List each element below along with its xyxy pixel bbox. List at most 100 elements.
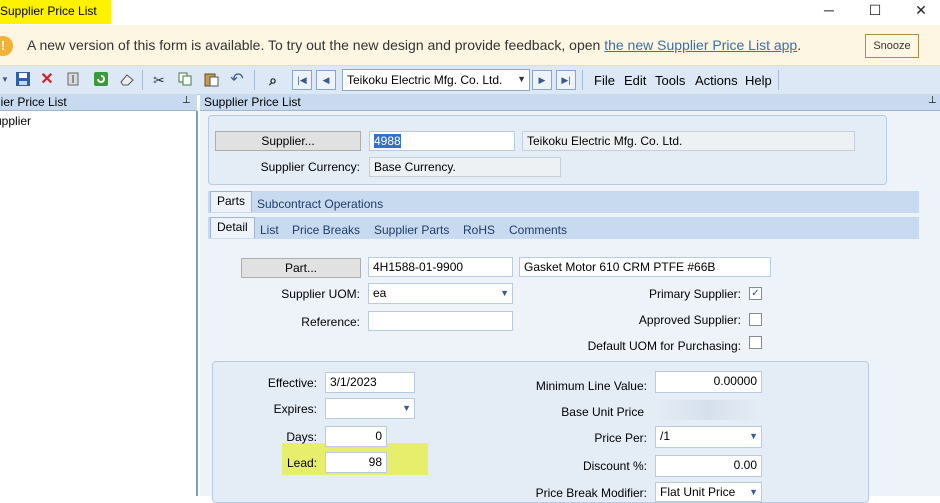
tab-price-breaks[interactable]: Price Breaks [292,223,360,237]
main-panel-title: Supplier Price List [204,95,301,109]
reference-field[interactable] [368,311,513,331]
price-break-modifier-value: Flat Unit Price [660,485,736,499]
next-record-icon[interactable]: ▶ [532,70,552,90]
approved-supplier-label: Approved Supplier: [638,313,741,327]
supplier-navigator-combo[interactable]: Teikoku Electric Mfg. Co. Ltd. ▼ [342,69,530,91]
pin-icon[interactable]: ⊥ [928,95,937,106]
tab-rohs[interactable]: RoHS [463,223,495,237]
menu-tools[interactable]: Tools [655,73,685,88]
menu-edit[interactable]: Edit [624,73,646,88]
maximize-button[interactable]: ☐ [852,0,898,22]
discount-field[interactable]: 0.00 [655,455,762,477]
expires-date-field[interactable]: ▼ [325,398,415,419]
first-record-icon[interactable]: |◀ [292,70,312,90]
supplier-currency-label: Supplier Currency: [260,160,360,174]
banner-suffix: . [797,37,802,53]
new-version-banner: ! A new version of this form is availabl… [0,25,940,66]
approved-supplier-checkbox[interactable] [749,313,762,326]
attach-icon[interactable] [64,71,82,89]
last-record-icon[interactable]: ▶| [556,70,576,90]
toolbar: ▼ ✕ ✂ ↶ ⌕ |◀ ◀ Teikoku Electric Mfg. Co.… [0,66,940,95]
pin-icon[interactable]: ⊥ [182,95,191,106]
copy-icon[interactable] [176,71,194,89]
warning-icon: ! [0,36,13,56]
tree-item-supplier[interactable]: upplier [0,114,31,128]
default-uom-checkbox[interactable] [749,336,762,349]
delete-icon[interactable]: ✕ [38,71,56,89]
prev-record-icon[interactable]: ◀ [316,70,336,90]
detail-tab-strip: Detail List Price Breaks Supplier Parts … [208,217,919,239]
binoculars-icon[interactable]: ⌕ [264,71,282,89]
tree-panel: upplier [0,111,198,496]
close-button[interactable]: ✕ [898,0,940,22]
part-number-field[interactable]: 4H1588-01-9900 [368,257,513,277]
main-tab-strip: Parts Subcontract Operations [208,191,919,213]
default-uom-label: Default UOM for Purchasing: [587,339,741,353]
supplier-id-value: 4988 [374,134,401,148]
window-title: Supplier Price List [0,0,111,24]
reference-label: Reference: [301,315,360,329]
days-label: Days: [286,430,317,444]
minimize-button[interactable]: ─ [806,0,852,22]
banner-text: A new version of this form is available.… [27,37,605,53]
tab-parts[interactable]: Parts [210,191,253,212]
supplier-name-field: Teikoku Electric Mfg. Co. Ltd. [522,131,855,151]
effective-date-field[interactable]: 3/1/2023 [325,372,415,393]
part-button[interactable]: Part... [241,258,361,278]
chevron-down-icon[interactable]: ▼ [749,483,758,501]
min-line-value-label: Minimum Line Value: [535,379,647,393]
primary-supplier-checkbox[interactable]: ✓ [749,287,762,300]
new-app-link[interactable]: the new Supplier Price List app [604,37,797,53]
snooze-button[interactable]: Snooze [865,34,919,58]
price-break-modifier-label: Price Break Modifier: [535,486,647,500]
tab-list[interactable]: List [260,223,279,237]
toolbar-separator [142,70,143,90]
tree-panel-title: lier Price List [0,95,67,109]
dropdown-caret-icon[interactable]: ▼ [0,71,10,89]
undo-icon[interactable]: ↶ [228,71,246,89]
price-break-modifier-select[interactable]: Flat Unit Price ▼ [655,482,762,502]
price-per-label: Price Per: [594,431,647,445]
base-unit-price-label: Base Unit Price [561,405,644,419]
tab-supplier-parts[interactable]: Supplier Parts [374,223,449,237]
part-description-field: Gasket Motor 610 CRM PTFE #66B [519,257,771,277]
main-panel-header: Supplier Price List ⊥ [200,94,940,111]
supplier-id-field[interactable]: 4988 [369,131,515,151]
toolbar-separator [582,70,583,90]
supplier-group: Supplier... 4988 Teikoku Electric Mfg. C… [208,115,887,185]
paste-icon[interactable] [202,71,220,89]
primary-supplier-label: Primary Supplier: [648,287,741,301]
days-field[interactable]: 0 [325,426,387,447]
cut-icon[interactable]: ✂ [150,71,168,89]
menu-actions[interactable]: Actions [695,73,738,88]
tab-detail[interactable]: Detail [210,217,255,238]
tab-subcontract-operations[interactable]: Subcontract Operations [257,197,383,211]
min-line-value-field[interactable]: 0.00000 [655,371,762,393]
supplier-button[interactable]: Supplier... [215,131,361,151]
pricing-group: Effective: 3/1/2023 Expires: ▼ Days: 0 L… [212,361,869,503]
refresh-icon[interactable] [92,71,110,89]
chevron-down-icon[interactable]: ▼ [517,74,526,84]
tab-comments[interactable]: Comments [509,223,567,237]
chevron-down-icon[interactable]: ▼ [749,427,758,445]
banner-message: A new version of this form is available.… [27,37,801,53]
lead-field[interactable]: 98 [325,452,387,473]
supplier-currency-field: Base Currency. [369,157,561,177]
tree-panel-header: lier Price List ⊥ [0,94,197,111]
chevron-down-icon[interactable]: ▼ [402,399,411,417]
eraser-icon[interactable] [118,71,136,89]
save-icon[interactable] [14,71,32,89]
main-panel: Supplier... 4988 Teikoku Electric Mfg. C… [200,111,940,503]
price-per-value: /1 [660,429,671,443]
title-bar: Supplier Price List ─ ☐ ✕ [0,0,940,24]
menu-help[interactable]: Help [745,73,772,88]
menu-file[interactable]: File [594,73,615,88]
price-per-select[interactable]: /1 ▼ [655,426,762,448]
supplier-uom-select[interactable]: ea ▼ [368,283,513,304]
supplier-uom-label: Supplier UOM: [281,287,360,301]
expires-label: Expires: [273,402,317,416]
lead-label: Lead: [286,456,317,470]
chevron-down-icon[interactable]: ▼ [500,284,509,302]
supplier-navigator-value: Teikoku Electric Mfg. Co. Ltd. [347,73,503,87]
discount-label: Discount %: [582,459,647,473]
